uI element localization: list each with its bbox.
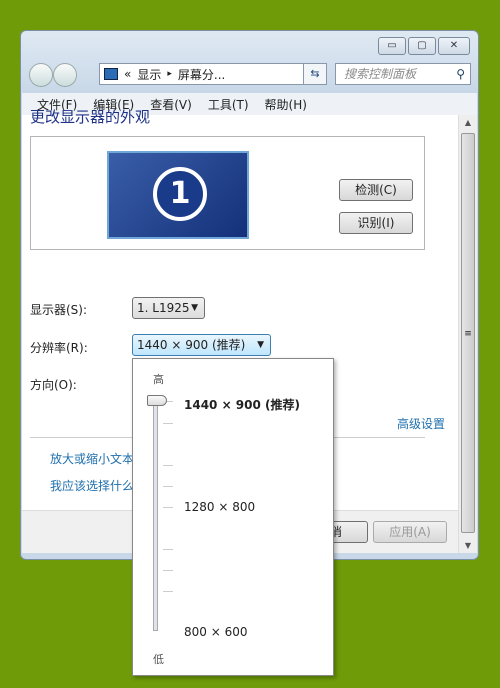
nav-buttons <box>29 63 77 87</box>
tick <box>163 486 173 487</box>
resolution-slider-thumb[interactable] <box>147 395 167 406</box>
low-label: 低 <box>153 653 164 666</box>
menu-tools[interactable]: 工具(T) <box>208 96 249 113</box>
menu-view[interactable]: 查看(V) <box>150 96 192 113</box>
back-button[interactable] <box>29 63 53 87</box>
display-value: 1. L1925 <box>137 301 190 315</box>
option-800x600[interactable]: 800 × 600 <box>184 625 248 639</box>
search-input[interactable]: 搜索控制面板 ⚲ <box>335 63 471 85</box>
minimize-button[interactable]: ▭ <box>378 37 406 55</box>
which-settings-link[interactable]: 我应该选择什么 <box>50 477 134 494</box>
resolution-label: 分辨率(R): <box>30 341 88 355</box>
resolution-value: 1440 × 900 (推荐) <box>137 338 246 352</box>
tick <box>163 465 173 466</box>
tick <box>163 591 173 592</box>
refresh-button[interactable]: ⇆ <box>303 63 327 85</box>
search-icon[interactable]: ⚲ <box>456 64 465 84</box>
monitor-preview: 1 检测(C) 识别(I) <box>30 136 425 250</box>
breadcrumb-resolution[interactable]: 屏幕分... <box>178 66 225 83</box>
display-select[interactable]: 1. L1925 ▼ <box>132 297 205 319</box>
tick <box>163 570 173 571</box>
tick <box>163 507 173 508</box>
page-title: 更改显示器的外观 <box>30 108 151 126</box>
breadcrumb-overflow[interactable]: « <box>124 67 131 81</box>
option-1280x800[interactable]: 1280 × 800 <box>184 500 255 514</box>
advanced-settings-link[interactable]: 高级设置 <box>397 415 445 432</box>
display-label: 显示器(S): <box>30 303 88 317</box>
search-placeholder: 搜索控制面板 <box>344 67 417 81</box>
breadcrumb-separator[interactable]: ▸ <box>167 69 172 79</box>
display-icon <box>104 68 118 80</box>
scroll-up-icon[interactable]: ▲ <box>459 118 477 127</box>
option-1440x900[interactable]: 1440 × 900 (推荐) <box>184 396 300 413</box>
address-bar[interactable]: « 显示 ▸ 屏幕分... ▼ <box>99 63 327 85</box>
maximize-button[interactable]: ▢ <box>408 37 436 55</box>
menu-help[interactable]: 帮助(H) <box>265 96 307 113</box>
identify-button[interactable]: 识别(I) <box>339 212 413 234</box>
window-controls: ▭ ▢ ✕ <box>378 37 470 55</box>
scroll-thumb[interactable]: ≡ <box>461 133 475 533</box>
chevron-down-icon: ▼ <box>257 340 264 350</box>
monitor-number: 1 <box>153 167 207 221</box>
breadcrumb-display[interactable]: 显示 <box>137 66 161 83</box>
tick <box>163 549 173 550</box>
monitor-1[interactable]: 1 <box>107 151 249 239</box>
scroll-down-icon[interactable]: ▼ <box>459 541 477 550</box>
close-button[interactable]: ✕ <box>438 37 470 55</box>
apply-button[interactable]: 应用(A) <box>373 521 447 543</box>
resolution-select[interactable]: 1440 × 900 (推荐) ▼ <box>132 334 271 356</box>
high-label: 高 <box>153 373 164 386</box>
detect-button[interactable]: 检测(C) <box>339 179 413 201</box>
resolution-dropdown: 高 1440 × 900 (推荐) 1280 × 800 800 × 600 低 <box>132 358 334 676</box>
orientation-label: 方向(O): <box>30 378 77 392</box>
tick <box>163 423 173 424</box>
scrollbar[interactable]: ▲ ≡ ▼ <box>458 115 477 553</box>
text-size-link[interactable]: 放大或缩小文本 <box>50 450 134 467</box>
forward-button[interactable] <box>53 63 77 87</box>
resolution-slider-track[interactable] <box>153 399 158 631</box>
chevron-down-icon: ▼ <box>191 303 198 313</box>
